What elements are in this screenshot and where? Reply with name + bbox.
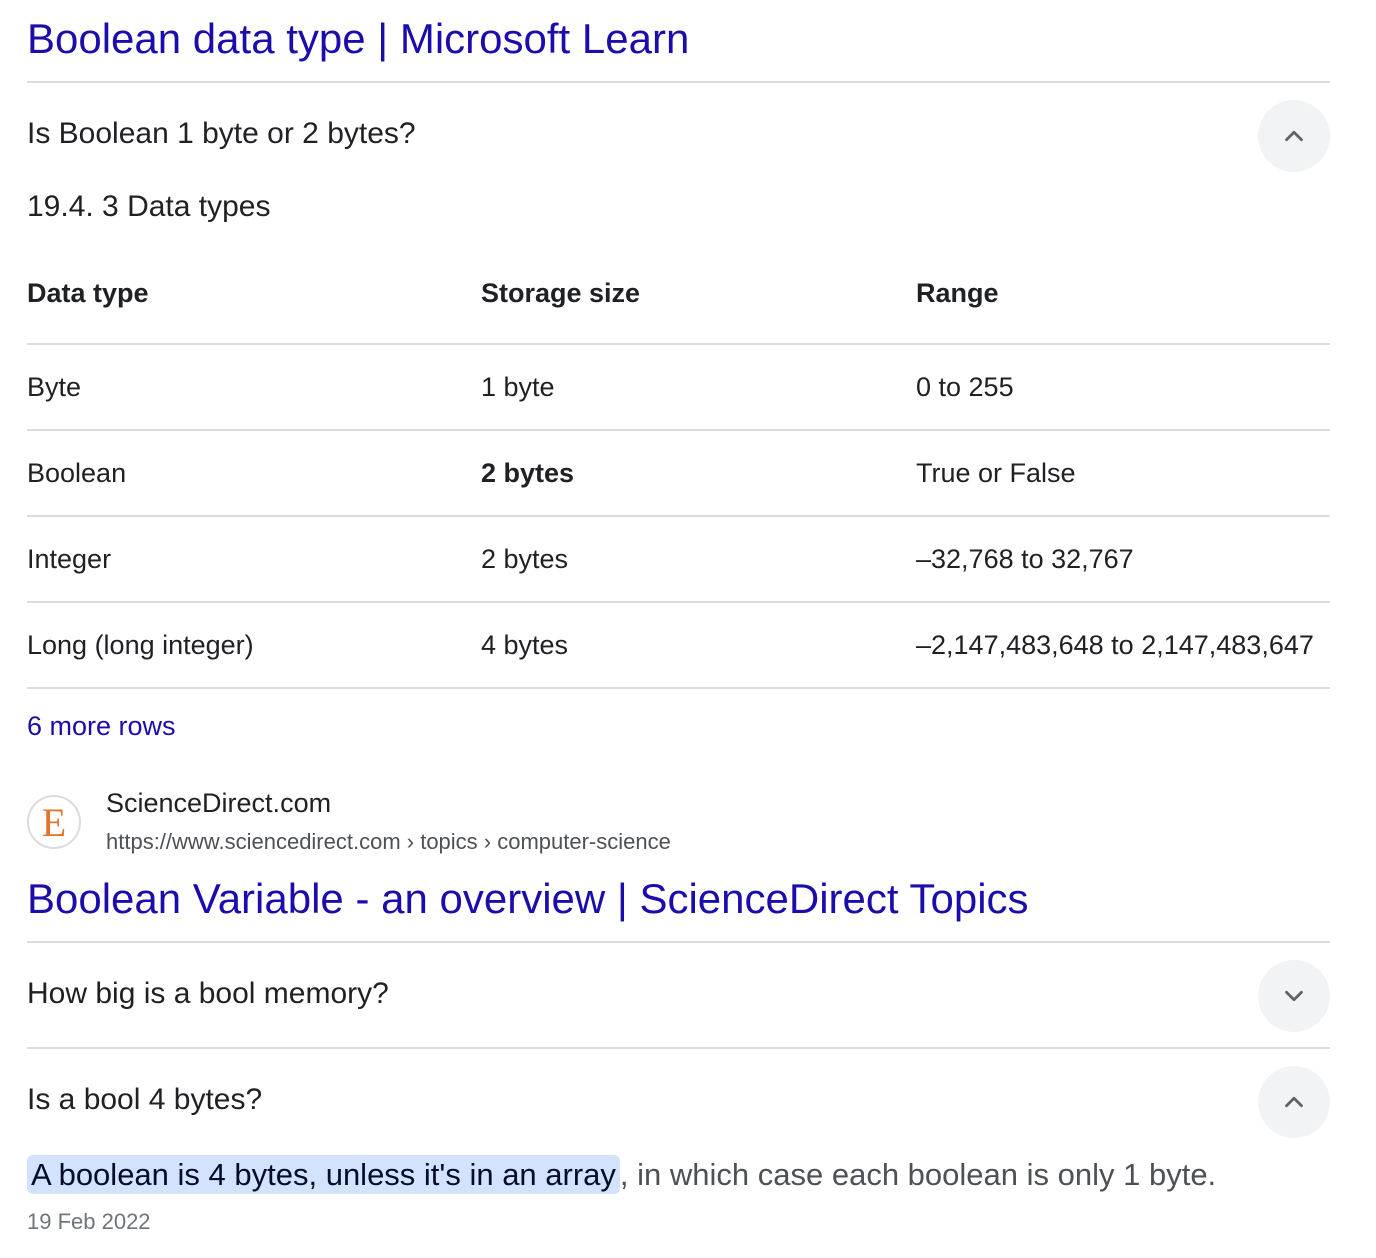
faq-question-text: Is Boolean 1 byte or 2 bytes? bbox=[27, 117, 416, 150]
chevron-up-icon bbox=[1285, 130, 1303, 142]
chevron-up-icon bbox=[1285, 1096, 1303, 1108]
answer-highlight: A boolean is 4 bytes, unless it's in an … bbox=[27, 1155, 620, 1194]
table-cell: True or False bbox=[916, 429, 1330, 516]
table-header-data-type: Data type bbox=[27, 277, 149, 308]
chevron-down-icon bbox=[1285, 990, 1303, 1002]
table-cell: –2,147,483,648 to 2,147,483,647 bbox=[916, 601, 1330, 689]
table-cell: 0 to 255 bbox=[916, 343, 1330, 430]
table-row: Long (long integer) 4 bytes –2,147,483,6… bbox=[27, 601, 1330, 689]
result-title-microsoft-learn[interactable]: Boolean data type | Microsoft Learn bbox=[27, 18, 689, 60]
table-cell: Byte bbox=[27, 343, 481, 430]
faq-question-text: How big is a bool memory? bbox=[27, 977, 389, 1010]
more-rows-link[interactable]: 6 more rows bbox=[27, 711, 176, 742]
table-row: Boolean 2 bytes True or False bbox=[27, 429, 1330, 516]
faq-question-row[interactable]: Is Boolean 1 byte or 2 bytes? bbox=[27, 83, 1330, 187]
site-url[interactable]: https://www.sciencedirect.com › topics ›… bbox=[106, 829, 671, 855]
answer-subheading: 19.4. 3 Data types bbox=[27, 190, 271, 223]
collapse-button[interactable] bbox=[1258, 1066, 1330, 1138]
table-cell: Integer bbox=[27, 515, 481, 602]
table-cell: 4 bytes bbox=[481, 601, 916, 689]
table-cell: Boolean bbox=[27, 429, 481, 516]
table-header-range: Range bbox=[916, 277, 999, 308]
table-row: Integer 2 bytes –32,768 to 32,767 bbox=[27, 515, 1330, 602]
favicon-letter: E bbox=[41, 799, 67, 845]
answer-rest: , in which case each boolean is only 1 b… bbox=[619, 1157, 1217, 1192]
site-name[interactable]: ScienceDirect.com bbox=[106, 788, 331, 819]
faq-question-text: Is a bool 4 bytes? bbox=[27, 1083, 263, 1116]
sciencedirect-favicon[interactable]: E bbox=[27, 795, 81, 849]
expand-button[interactable] bbox=[1258, 960, 1330, 1032]
table-cell: –32,768 to 32,767 bbox=[916, 515, 1330, 602]
data-types-table: Data type Storage size Range Byte 1 byte… bbox=[27, 243, 1330, 689]
faq-question-row[interactable]: How big is a bool memory? bbox=[27, 943, 1330, 1047]
table-cell: 2 bytes bbox=[481, 429, 916, 516]
table-header-row: Data type Storage size Range bbox=[27, 243, 1330, 344]
faq-answer: A boolean is 4 bytes, unless it's in an … bbox=[27, 1155, 1217, 1194]
table-row: Byte 1 byte 0 to 255 bbox=[27, 343, 1330, 430]
table-cell: Long (long integer) bbox=[27, 601, 481, 689]
faq-question-row[interactable]: Is a bool 4 bytes? bbox=[27, 1049, 1330, 1153]
table-cell: 2 bytes bbox=[481, 515, 916, 602]
collapse-button[interactable] bbox=[1258, 100, 1330, 172]
table-cell: 1 byte bbox=[481, 343, 916, 430]
result-title-sciencedirect[interactable]: Boolean Variable - an overview | Science… bbox=[27, 878, 1029, 920]
table-header-storage-size: Storage size bbox=[481, 277, 641, 308]
answer-date: 19 Feb 2022 bbox=[27, 1209, 151, 1234]
